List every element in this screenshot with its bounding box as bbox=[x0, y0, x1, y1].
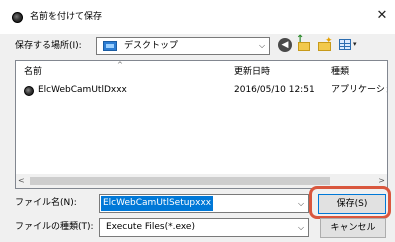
file-name-value[interactable]: ElcWebCamUtlSetupxxx bbox=[101, 196, 214, 211]
column-header-type[interactable]: 種類 bbox=[331, 65, 349, 79]
file-name-label: ファイル名(N): bbox=[15, 198, 77, 208]
window-title: 名前を付けて保存 bbox=[30, 12, 103, 22]
app-icon bbox=[12, 12, 23, 23]
save-location-value: デスクトップ bbox=[124, 41, 179, 51]
chevron-down-icon[interactable]: ⌵ bbox=[295, 219, 307, 236]
save-location-label: 保存する場所(I): bbox=[15, 41, 82, 51]
back-button[interactable]: ◀ bbox=[278, 38, 292, 52]
file-type-value: Execute Files(*.exe) bbox=[106, 222, 195, 232]
column-header-modified[interactable]: 更新日時 bbox=[234, 65, 270, 79]
file-row-type: アプリケーション bbox=[331, 85, 387, 95]
scrollbar-thumb[interactable] bbox=[30, 177, 330, 185]
sparkle-icon: ✦ bbox=[325, 36, 333, 46]
save-location-dropdown[interactable]: デスクトップ ⌵ bbox=[96, 37, 270, 55]
chevron-down-icon[interactable]: ⌵ bbox=[295, 196, 307, 211]
scroll-left-icon[interactable]: < bbox=[18, 174, 28, 188]
file-name-input[interactable]: ElcWebCamUtlSetupxxx ⌵ bbox=[99, 194, 309, 213]
up-folder-button[interactable]: ↑ bbox=[296, 34, 312, 54]
view-grid-icon bbox=[339, 39, 351, 50]
view-menu-button[interactable]: ▾ bbox=[338, 37, 362, 53]
application-icon bbox=[24, 86, 34, 96]
desktop-folder-icon bbox=[103, 41, 117, 51]
file-list[interactable]: 名前 ^ 更新日時 種類 ElcWebCamUtlDxxx 2016/05/10… bbox=[15, 60, 388, 189]
file-row-modified: 2016/05/10 12:51 bbox=[234, 85, 315, 95]
file-type-dropdown[interactable]: Execute Files(*.exe) ⌵ bbox=[99, 218, 309, 237]
column-header-name[interactable]: 名前 bbox=[24, 65, 42, 79]
file-row-name[interactable]: ElcWebCamUtlDxxx bbox=[38, 83, 228, 98]
chevron-down-icon[interactable]: ⌵ bbox=[255, 38, 269, 54]
file-type-label: ファイルの種類(T): bbox=[15, 222, 94, 232]
up-arrow-icon: ↑ bbox=[296, 34, 305, 45]
sort-ascending-icon: ^ bbox=[117, 61, 123, 69]
close-button[interactable]: ✕ bbox=[373, 7, 391, 25]
dropdown-arrow-icon: ▾ bbox=[353, 40, 357, 48]
new-folder-button[interactable]: ✦ bbox=[316, 36, 334, 54]
cancel-button[interactable]: キャンセル bbox=[320, 218, 386, 238]
save-button[interactable]: 保存(S) bbox=[318, 194, 386, 214]
title-bar: 名前を付けて保存 ✕ bbox=[0, 0, 395, 34]
